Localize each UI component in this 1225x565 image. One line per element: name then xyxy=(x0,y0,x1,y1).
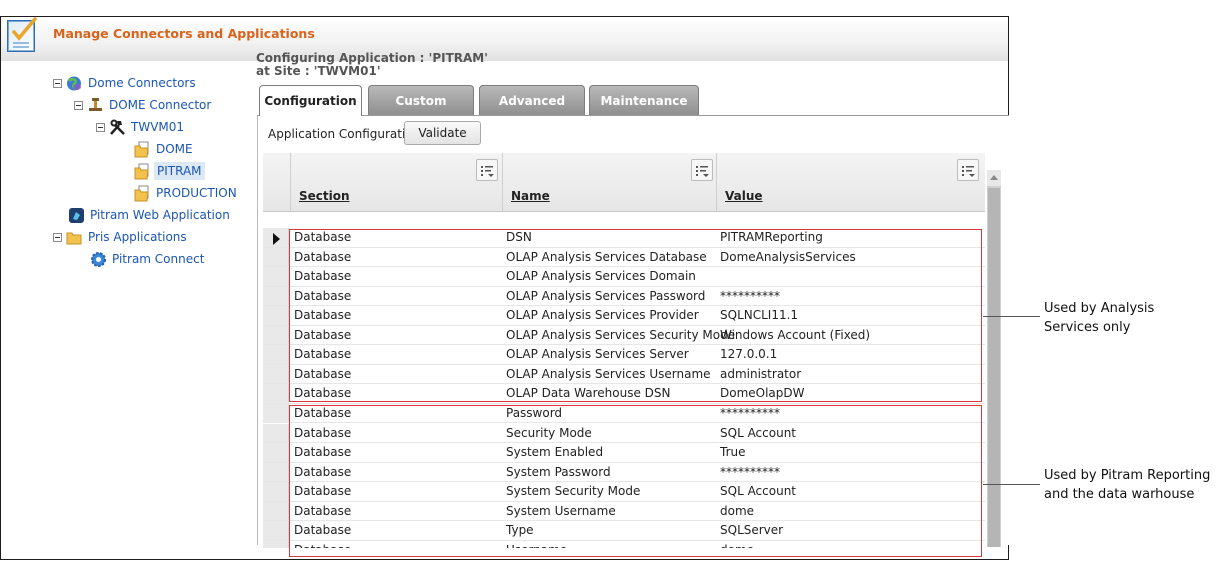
config-title-site: at Site : 'TWVM01' xyxy=(256,64,381,78)
row-selector[interactable] xyxy=(263,462,289,482)
tree-item-twvm01[interactable]: TWVM01 xyxy=(96,118,186,136)
column-menu-icon[interactable] xyxy=(476,159,498,181)
column-header-section[interactable]: Section xyxy=(290,153,502,212)
row-selector[interactable] xyxy=(263,521,289,540)
tree-item-dome-connectors[interactable]: Dome Connectors xyxy=(53,74,198,92)
tree-item-label: Pitram Web Application xyxy=(90,208,230,222)
tab-configuration[interactable]: Configuration xyxy=(259,85,362,116)
column-menu-icon[interactable] xyxy=(957,159,979,181)
folder-icon xyxy=(66,232,82,244)
row-selector[interactable] xyxy=(263,364,289,384)
scroll-up-arrow-icon[interactable] xyxy=(987,170,1001,186)
connector-icon xyxy=(89,97,102,111)
tab-label: Maintenance xyxy=(600,93,688,108)
tab-maintenance[interactable]: Maintenance xyxy=(589,85,699,115)
row-selector[interactable] xyxy=(263,501,289,521)
annotation-box-reporting xyxy=(289,405,982,557)
collapse-toggle-icon[interactable] xyxy=(53,78,62,88)
collapse-toggle-icon[interactable] xyxy=(74,100,83,110)
annotation-leader-analysis xyxy=(983,316,1040,317)
annotation-line: Services only xyxy=(1044,320,1131,335)
tree-item-pitram-web-application[interactable]: Pitram Web Application xyxy=(68,206,232,224)
tab-label: Custom xyxy=(395,93,447,108)
tab-label: Configuration xyxy=(264,94,357,108)
app-title: Manage Connectors and Applications xyxy=(53,26,315,41)
collapse-toggle-icon[interactable] xyxy=(53,232,62,242)
annotation-reporting-text: Used by Pitram Reporting and the data wa… xyxy=(1044,466,1210,504)
grid-header: Section Name Value xyxy=(263,153,985,212)
row-selector[interactable] xyxy=(263,286,289,306)
tree-item-label: Dome Connectors xyxy=(88,76,196,90)
tree-item-label: Pitram Connect xyxy=(112,252,205,266)
tree-item-dome-connector[interactable]: DOME Connector xyxy=(74,96,213,114)
tree-item-label: DOME xyxy=(156,142,193,156)
app-config-label: Application Configuration xyxy=(268,127,421,141)
annotation-line: Used by Analysis xyxy=(1044,301,1155,316)
tree-item-label: TWVM01 xyxy=(131,120,185,134)
annotation-leader-reporting xyxy=(983,484,1040,485)
current-row-arrow-icon xyxy=(273,233,280,245)
column-header-name[interactable]: Name xyxy=(502,153,716,212)
folder-doc-icon xyxy=(134,185,149,201)
tree-item-pitram[interactable]: PITRAM xyxy=(134,162,205,180)
row-selector[interactable] xyxy=(263,247,289,267)
tree-item-pris-applications[interactable]: Pris Applications xyxy=(53,228,189,246)
tab-custom[interactable]: Custom xyxy=(368,85,474,115)
tree-item-label: PRODUCTION xyxy=(156,186,237,200)
row-selector[interactable] xyxy=(263,482,289,501)
tools-icon xyxy=(110,119,125,135)
row-selector[interactable] xyxy=(263,443,289,462)
row-selector[interactable] xyxy=(263,228,289,247)
tree-item-label: Pris Applications xyxy=(88,230,187,244)
row-selector[interactable] xyxy=(263,384,289,403)
tab-advanced[interactable]: Advanced xyxy=(479,85,585,115)
row-selector[interactable] xyxy=(263,345,289,364)
config-title: Configuring Application : 'PITRAM' at Si… xyxy=(256,52,488,78)
collapse-toggle-icon[interactable] xyxy=(96,122,105,132)
web-app-icon xyxy=(69,207,84,223)
checklist-logo-icon xyxy=(7,17,37,52)
column-label: Name xyxy=(511,189,550,203)
annotation-line: Used by Pitram Reporting xyxy=(1044,468,1211,483)
column-label: Value xyxy=(725,189,763,203)
folder-doc-icon xyxy=(134,141,149,157)
row-selector[interactable] xyxy=(263,423,289,443)
row-selector[interactable] xyxy=(263,267,289,286)
row-selector[interactable] xyxy=(263,540,289,548)
tree-item-label: PITRAM xyxy=(154,162,205,180)
globe-icon xyxy=(67,76,81,90)
row-selector[interactable] xyxy=(263,306,289,325)
gear-icon xyxy=(91,251,106,267)
tab-label: Advanced xyxy=(498,93,566,108)
tree-item-pitram-connect[interactable]: Pitram Connect xyxy=(90,250,206,268)
folder-doc-icon xyxy=(134,163,149,179)
row-selector[interactable] xyxy=(263,403,289,423)
annotation-line: and the data warhouse xyxy=(1044,487,1195,502)
scrollbar-thumb[interactable] xyxy=(988,188,1000,547)
column-header-value[interactable]: Value xyxy=(716,153,985,212)
row-selector[interactable] xyxy=(263,325,289,345)
annotation-analysis-text: Used by Analysis Services only xyxy=(1044,299,1154,337)
column-label: Section xyxy=(299,189,350,203)
validate-button[interactable]: Validate xyxy=(404,121,481,145)
tree-item-dome[interactable]: DOME xyxy=(134,140,195,158)
header-bar: Manage Connectors and Applications xyxy=(1,17,1008,61)
column-menu-icon[interactable] xyxy=(691,159,713,181)
annotation-box-analysis xyxy=(289,229,982,402)
tree-item-production[interactable]: PRODUCTION xyxy=(134,184,239,202)
tree-item-label: DOME Connector xyxy=(109,98,212,112)
